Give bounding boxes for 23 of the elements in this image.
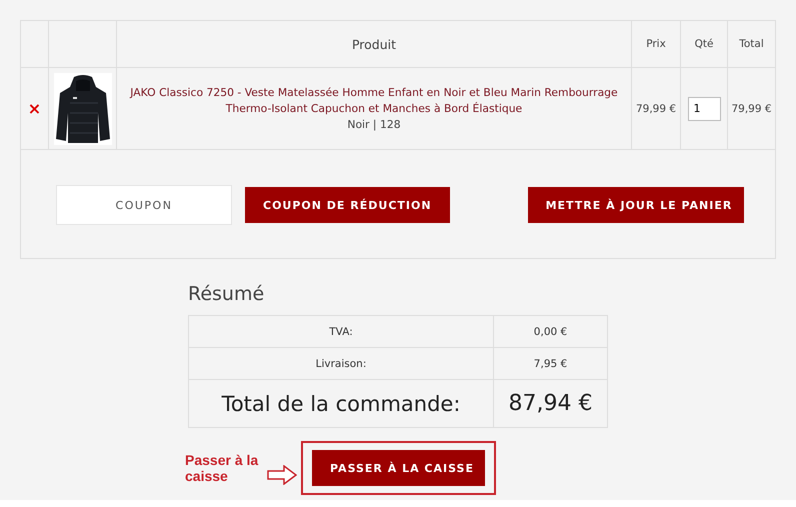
column-header: Qté — [694, 38, 714, 50]
summary-value: 87,94 € — [508, 391, 592, 416]
arrow-icon — [267, 465, 297, 485]
checkout-button[interactable]: PASSER À LA CAISSE — [312, 450, 485, 486]
total-cell: 79,99 € — [731, 102, 772, 114]
update-cart-button[interactable]: METTRE À JOUR LE PANIER — [528, 187, 744, 223]
summary-label: Total de la commande: — [222, 392, 460, 416]
summary-title: Résumé — [188, 283, 266, 305]
product-variant: Noir | 128 — [347, 116, 401, 132]
summary-value: 7,95 € — [534, 358, 568, 370]
remove-link[interactable]: × — [28, 99, 42, 118]
summary-label: Livraison: — [316, 358, 366, 370]
column-header: Total — [739, 38, 764, 50]
summary-label: TVA: — [329, 326, 353, 338]
product-link[interactable]: JAKO Classico 7250 - Veste Matelassée Homme Enfant en Noir et Bleu Marin Rembourrage Thermo-Isolant Capuchon et Manches à Bord Élastique — [125, 84, 623, 116]
summary-value: 0,00 € — [534, 326, 568, 338]
apply-coupon-button[interactable]: COUPON DE RÉDUCTION — [245, 187, 450, 223]
annotation-text: Passer à la caisse — [185, 452, 260, 484]
quantity-field[interactable]: 1 — [688, 96, 720, 120]
column-header: Produit — [352, 36, 396, 52]
coupon-field[interactable]: COUPON — [56, 185, 232, 225]
price-cell: 79,99 € — [636, 102, 676, 114]
column-header: Prix — [646, 38, 666, 50]
